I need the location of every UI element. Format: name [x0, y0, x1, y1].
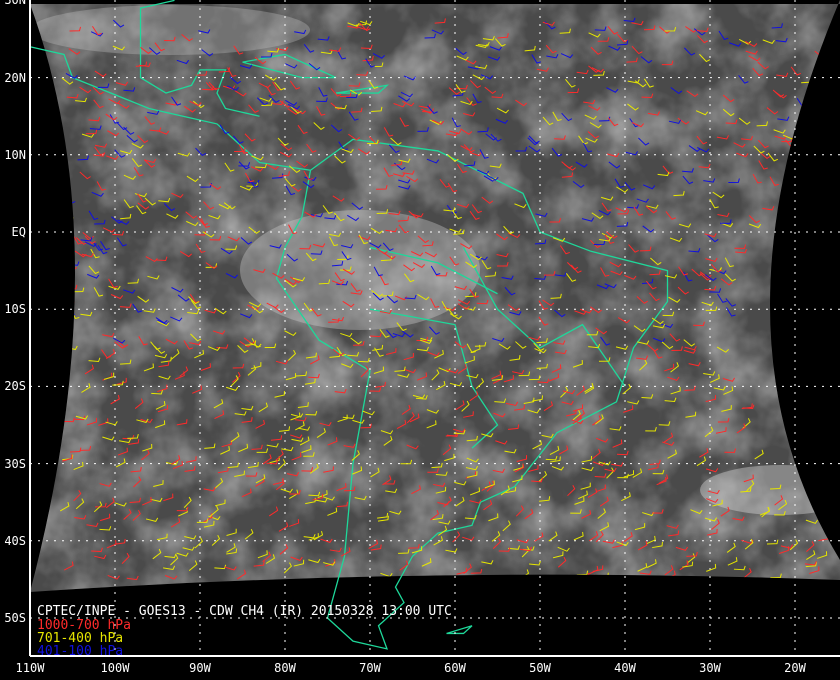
legend-high-level: 401-100 hPa: [37, 644, 124, 659]
lat-label: 10S: [4, 302, 26, 317]
wind-barb: [818, 132, 831, 138]
wind-barb: [801, 104, 814, 110]
lon-label: 50W: [529, 661, 551, 675]
satellite-wind-map: 30N 20N 10N EQ 10S 20S 30S 40S 50S 110W 100W 90W 80…: [0, 0, 840, 680]
lon-label: 90W: [189, 661, 211, 675]
lon-label: 80W: [274, 661, 296, 675]
wind-barb: [63, 264, 76, 270]
lat-label: 20N: [4, 70, 26, 85]
lat-label: 50S: [4, 611, 26, 625]
lon-label: 100W: [100, 661, 130, 675]
lat-label: 20S: [4, 379, 26, 394]
wind-barb: [63, 308, 75, 317]
map-canvas: [29, 0, 840, 657]
lat-label: 40S: [4, 533, 26, 548]
wind-barb: [583, 574, 595, 580]
lat-label: EQ: [11, 225, 26, 239]
wind-barb: [514, 577, 528, 583]
lon-label: 70W: [359, 661, 381, 675]
map-title: CPTEC/INPE - GOES13 - CDW CH4 (IR) 20150…: [37, 604, 452, 619]
lon-label: 30W: [699, 661, 721, 675]
lon-label: 40W: [614, 661, 636, 675]
lat-label: 30N: [4, 0, 26, 8]
lat-label: 30S: [4, 456, 26, 471]
lon-label: 20W: [784, 661, 806, 675]
wind-barb: [62, 301, 75, 306]
wind-barb: [813, 115, 826, 121]
coastline: [446, 625, 473, 635]
wind-barb: [61, 217, 74, 222]
lat-label: 10N: [4, 147, 26, 162]
lon-label: 110W: [15, 661, 45, 675]
lon-label: 60W: [444, 661, 466, 675]
